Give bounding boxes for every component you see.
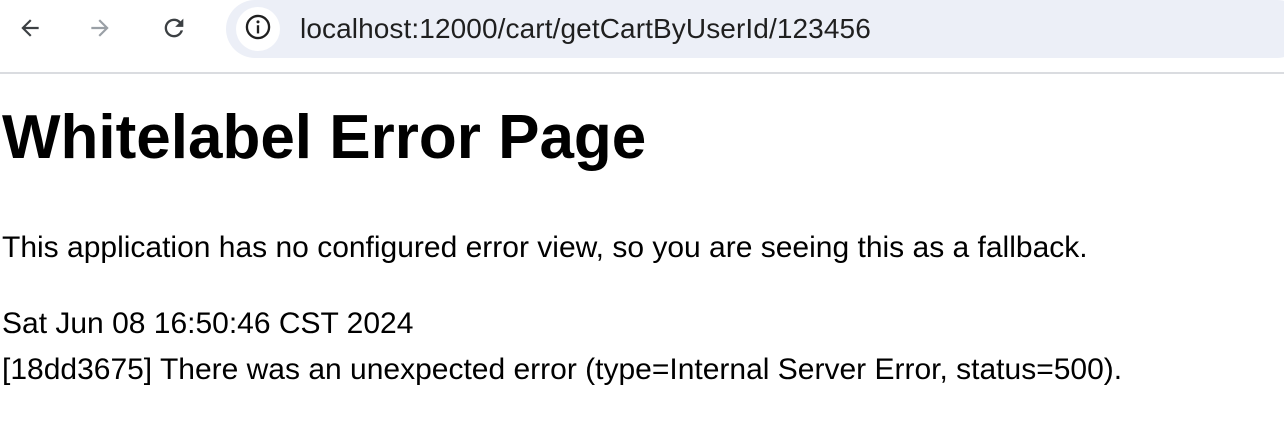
error-description: This application has no configured error…	[2, 231, 1088, 264]
arrow-right-icon	[87, 15, 113, 41]
reload-icon	[160, 14, 188, 42]
address-bar[interactable]: localhost:12000/cart/getCartByUserId/123…	[226, 0, 1284, 58]
error-timestamp: Sat Jun 08 16:50:46 CST 2024	[2, 307, 414, 340]
browser-toolbar: localhost:12000/cart/getCartByUserId/123…	[0, 0, 1284, 74]
url-text[interactable]: localhost:12000/cart/getCartByUserId/123…	[300, 12, 871, 46]
forward-button[interactable]	[80, 8, 120, 48]
error-message: [18dd3675] There was an unexpected error…	[2, 353, 1123, 386]
reload-button[interactable]	[154, 8, 194, 48]
info-circle-icon	[244, 13, 272, 46]
site-info-button[interactable]	[236, 7, 280, 51]
arrow-left-icon	[17, 15, 43, 41]
back-button[interactable]	[10, 8, 50, 48]
page-title: Whitelabel Error Page	[2, 103, 647, 172]
